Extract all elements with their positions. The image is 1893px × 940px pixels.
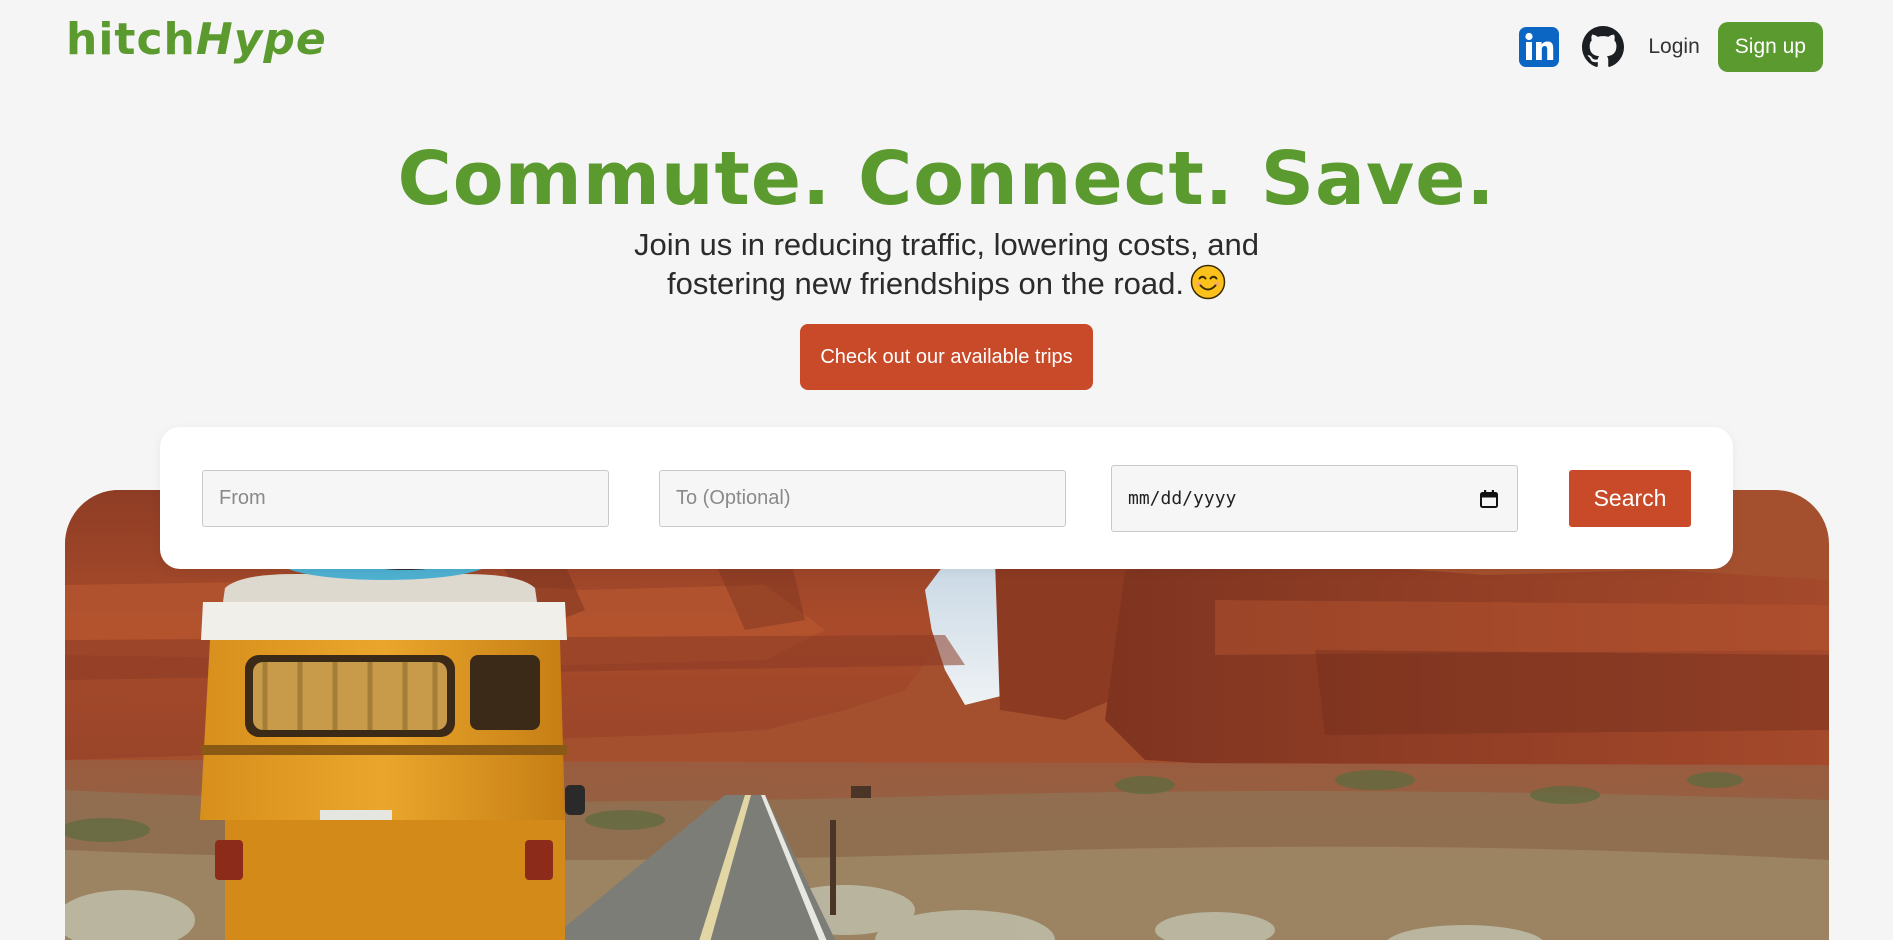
signup-button[interactable]: Sign up bbox=[1717, 22, 1823, 72]
github-icon[interactable] bbox=[1582, 26, 1625, 68]
search-button[interactable]: Search bbox=[1569, 470, 1691, 527]
hero-subtitle: Join us in reducing traffic, lowering co… bbox=[0, 226, 1893, 303]
to-input[interactable] bbox=[659, 470, 1066, 527]
brand-name-part2: Hype bbox=[195, 14, 327, 65]
brand-name-part1: hitch bbox=[66, 14, 196, 65]
hero-subtitle-line2-wrap: fostering new friendships on the road. bbox=[0, 264, 1893, 303]
login-link[interactable]: Login bbox=[1648, 35, 1699, 59]
from-input[interactable] bbox=[202, 470, 609, 527]
available-trips-button[interactable]: Check out our available trips bbox=[800, 324, 1093, 390]
date-placeholder: mm/dd/yyyy bbox=[1128, 488, 1237, 509]
smiling-face-emoji-icon bbox=[1190, 264, 1226, 300]
hero-subtitle-line1: Join us in reducing traffic, lowering co… bbox=[634, 227, 1259, 262]
trip-search-card: mm/dd/yyyy Search bbox=[160, 427, 1733, 569]
landing-page: hitchHype Login Sign up Commute. Connect… bbox=[0, 0, 1893, 940]
hero-subtitle-line2: fostering new friendships on the road. bbox=[667, 266, 1184, 301]
top-nav: Login Sign up bbox=[1518, 22, 1823, 72]
hero-title: Commute. Connect. Save. bbox=[397, 136, 1496, 222]
brand-logo[interactable]: hitchHype bbox=[66, 14, 327, 65]
calendar-icon[interactable] bbox=[1479, 489, 1499, 509]
linkedin-icon[interactable] bbox=[1518, 26, 1560, 68]
date-input[interactable]: mm/dd/yyyy bbox=[1111, 465, 1518, 532]
